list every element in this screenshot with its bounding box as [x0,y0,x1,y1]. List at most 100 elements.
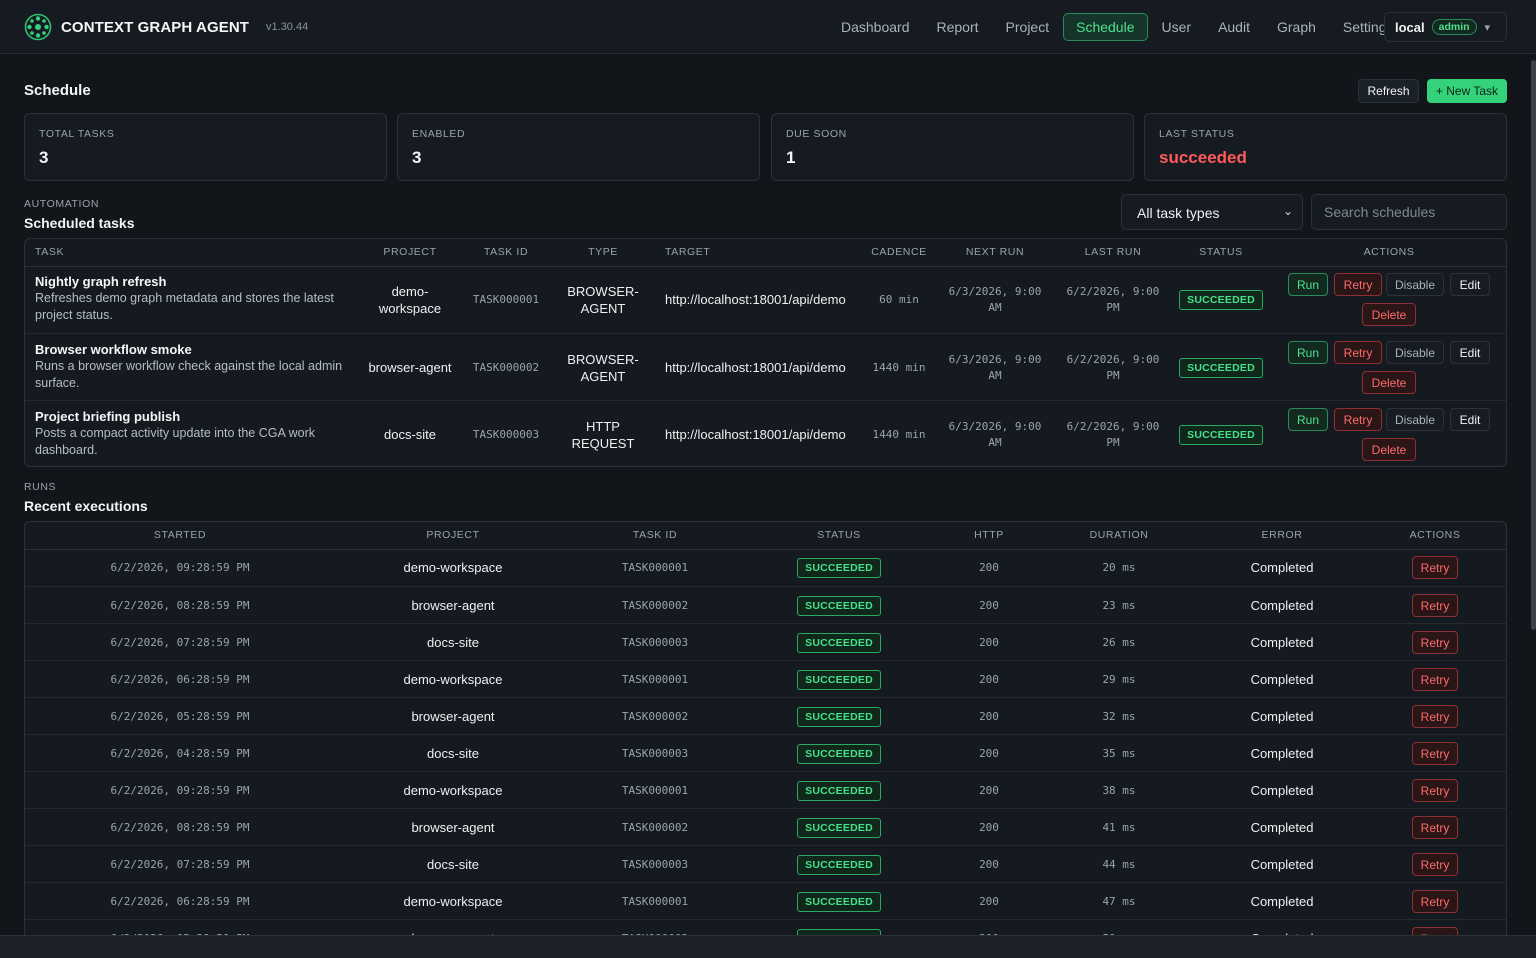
section-title: Scheduled tasks [24,215,135,231]
project-cell: demo- workspace [378,283,442,316]
refresh-button[interactable]: Refresh [1358,79,1419,103]
user-menu[interactable]: local admin ▾ [1384,12,1507,42]
column-header: TASK ID [483,246,529,258]
retry-button[interactable]: Retry [1412,705,1458,728]
run-button[interactable]: Run [1288,341,1328,364]
error-cell: Completed [1250,783,1314,798]
status-badge: SUCCEEDED [797,557,881,578]
stat-due-soon: DUE SOON 1 [771,113,1134,181]
brand[interactable]: CONTEXT GRAPH AGENT v1.30.44 [24,13,308,41]
http-cell: 200 [979,895,999,908]
edit-button[interactable]: Edit [1450,408,1490,431]
disable-button[interactable]: Disable [1386,341,1444,364]
project-cell: demo-workspace [403,894,503,909]
http-cell: 200 [979,673,999,686]
run-button[interactable]: Run [1288,408,1328,431]
table-row: 6/2/2026, 09:28:59 PM demo-workspace TASK0… [25,549,1506,586]
nav-project[interactable]: Project [993,13,1063,41]
status-cell: SUCCEEDED [789,624,889,661]
task-title[interactable]: Nightly graph refresh [35,274,353,290]
error-cell: Completed [1250,746,1314,761]
task-type-value: All task types [1137,205,1220,221]
retry-button[interactable]: Retry [1334,273,1382,296]
retry-button[interactable]: Retry [1412,668,1458,691]
duration-cell: 38 ms [1102,784,1136,797]
table-row: 6/2/2026, 08:28:59 PM browser-agent TASK00… [25,586,1506,624]
table-row: Nightly graph refresh Refreshes demo grap… [25,266,1506,333]
retry-button[interactable]: Retry [1412,853,1458,876]
error-cell: Completed [1250,672,1314,687]
target-cell: http://localhost:18001/api/demo [665,427,846,442]
column-header: HTTP [974,529,1004,541]
last-run-cell: 6/2/2026, 9:00 PM [1066,352,1160,382]
retry-button[interactable]: Retry [1334,408,1382,431]
status-cell: SUCCEEDED [789,549,889,586]
delete-button[interactable]: Delete [1362,371,1416,394]
status-badge: SUCCEEDED [1179,424,1263,445]
disable-button[interactable]: Disable [1386,273,1444,296]
error-cell: Completed [1250,598,1314,613]
tasks-table: TASK PROJECT TASK ID TYPE TARGET CADENCE NEXT … [24,238,1507,467]
column-header: DURATION [1089,529,1149,541]
cadence-cell: 1440 min [872,360,926,374]
nav-graph[interactable]: Graph [1264,13,1329,41]
delete-button[interactable]: Delete [1362,438,1416,461]
new-task-button[interactable]: + New Task [1427,79,1507,103]
retry-button[interactable]: Retry [1412,594,1458,617]
status-badge: SUCCEEDED [1179,357,1263,378]
disable-button[interactable]: Disable [1386,408,1444,431]
cadence-cell: 1440 min [872,427,926,441]
nav-audit[interactable]: Audit [1205,13,1263,41]
task-id-cell: TASK000003 [621,747,689,760]
retry-button[interactable]: Retry [1412,631,1458,654]
nav-user[interactable]: User [1149,13,1205,41]
status-badge: SUCCEEDED [797,595,881,616]
column-header: STARTED [153,529,207,541]
duration-cell: 41 ms [1102,821,1136,834]
project-cell: docs-site [383,427,437,442]
status-badge: SUCCEEDED [1179,289,1263,310]
retry-button[interactable]: Retry [1412,816,1458,839]
type-cell: BROWSER- AGENT [567,283,639,316]
edit-button[interactable]: Edit [1450,341,1490,364]
retry-button[interactable]: Retry [1412,890,1458,913]
stat-value: succeeded [1159,148,1247,167]
next-run-cell: 6/3/2026, 9:00 AM [948,352,1042,382]
task-cell: Project briefing publish Posts a compact … [35,409,353,459]
role-badge: admin [1431,19,1477,35]
task-id-cell: TASK000001 [621,784,689,797]
started-cell: 6/2/2026, 08:28:59 PM [110,821,250,834]
stat-label: TOTAL TASKS [39,128,115,140]
edit-button[interactable]: Edit [1450,273,1490,296]
next-run-cell: 6/3/2026, 9:00 AM [948,284,1042,314]
status-cell: SUCCEEDED [1175,266,1267,333]
task-title[interactable]: Browser workflow smoke [35,342,353,358]
column-header: ERROR [1261,529,1303,541]
stat-value: 3 [412,148,422,167]
nav-report[interactable]: Report [924,13,992,41]
nav-dashboard[interactable]: Dashboard [828,13,923,41]
last-run-cell: 6/2/2026, 9:00 PM [1066,284,1160,314]
task-id-cell: TASK000002 [472,360,540,374]
scrollbar[interactable] [1531,60,1536,630]
column-header: TASK [35,246,65,258]
retry-button[interactable]: Retry [1412,742,1458,765]
task-id-cell: TASK000001 [621,895,689,908]
column-header: STATUS [1199,246,1243,258]
retry-button[interactable]: Retry [1334,341,1382,364]
started-cell: 6/2/2026, 06:28:59 PM [110,895,250,908]
status-cell: SUCCEEDED [789,735,889,772]
task-type-select[interactable]: All task types ⌄ [1121,194,1303,230]
run-button[interactable]: Run [1288,273,1328,296]
retry-button[interactable]: Retry [1412,556,1458,579]
search-input[interactable] [1311,194,1507,230]
delete-button[interactable]: Delete [1362,303,1416,326]
project-cell: demo-workspace [403,783,503,798]
http-cell: 200 [979,599,999,612]
started-cell: 6/2/2026, 06:28:59 PM [110,673,250,686]
target-cell: http://localhost:18001/api/demo [665,360,846,375]
retry-button[interactable]: Retry [1412,779,1458,802]
duration-cell: 35 ms [1102,747,1136,760]
task-title[interactable]: Project briefing publish [35,409,353,425]
nav-schedule[interactable]: Schedule [1063,13,1148,41]
